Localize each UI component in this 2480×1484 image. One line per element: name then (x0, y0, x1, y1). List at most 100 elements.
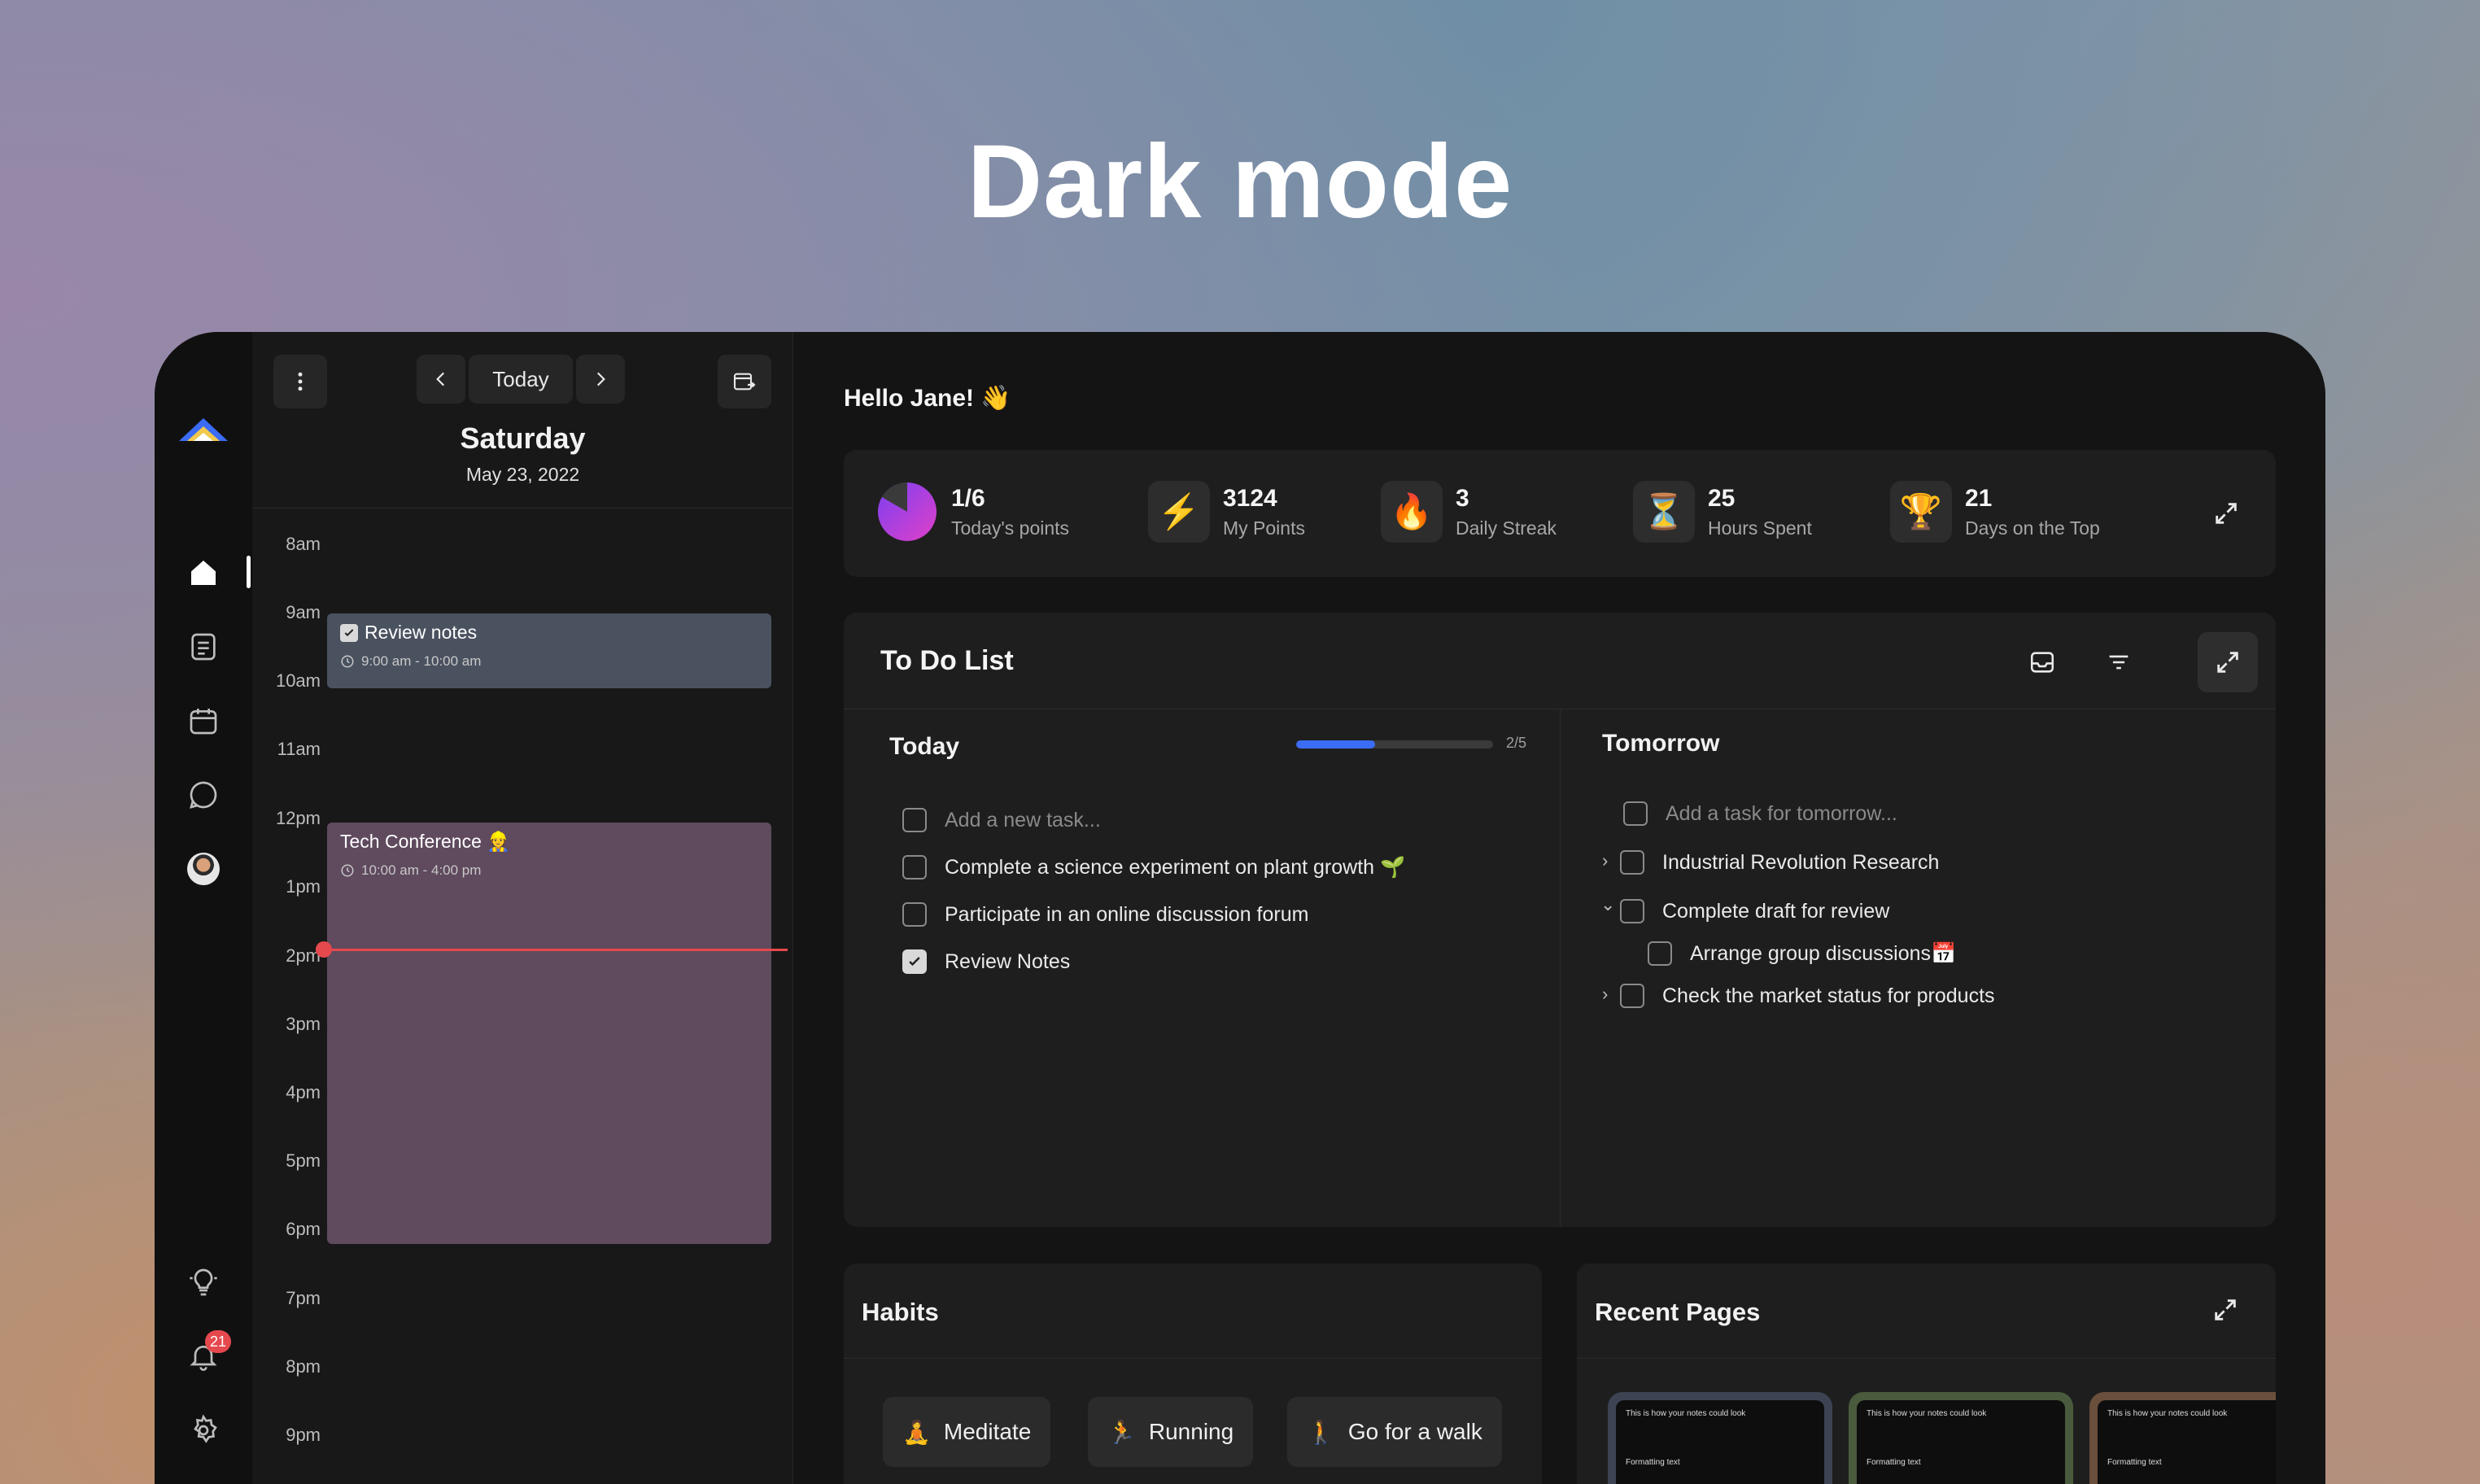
next-day-button[interactable] (576, 355, 625, 404)
thumb-line: Formatting text (2107, 1458, 2162, 1467)
settings-gear-icon[interactable] (186, 1412, 221, 1448)
task-row[interactable]: Complete draft for review (1620, 899, 1889, 923)
stats-bar: 1/6 Today's points ⚡ 3124 My Points 🔥 3 Dai… (844, 450, 2276, 577)
task-checkbox[interactable] (1648, 941, 1672, 966)
meditate-icon: 🧘 (902, 1419, 931, 1445)
lightbulb-icon[interactable] (186, 1264, 221, 1300)
task-row[interactable]: Check the market status for products (1620, 984, 1995, 1008)
bell-icon[interactable]: 21 (186, 1330, 231, 1374)
task-row[interactable]: Review Notes (902, 949, 1070, 974)
hourglass-icon: ⏳ (1633, 481, 1695, 543)
chat-icon[interactable] (186, 777, 221, 813)
home-icon[interactable] (186, 555, 221, 591)
hour-label: 4pm (286, 1082, 321, 1102)
task-checkbox[interactable] (902, 808, 927, 832)
expand-caret-icon[interactable]: › (1602, 850, 1608, 871)
today-progress-bar (1296, 740, 1493, 749)
hour-label: 2pm (286, 945, 321, 966)
task-row[interactable]: Participate in an online discussion foru… (902, 902, 1308, 927)
collapse-caret-icon[interactable]: ⌄ (1600, 894, 1615, 915)
lightning-icon: ⚡ (1148, 481, 1210, 543)
task-checkbox[interactable] (1620, 984, 1644, 1008)
stat-label: Days on the Top (1965, 517, 2100, 539)
thumb-heading: This is how your notes could look (1867, 1409, 1987, 1418)
hour-label: 11am (277, 739, 321, 759)
greeting: Hello Jane! 👋 (844, 385, 1011, 412)
event-done-checkbox[interactable] (340, 623, 358, 642)
profile-avatar[interactable] (186, 851, 221, 887)
calendar-sync-button[interactable] (718, 355, 771, 408)
habit-meditate-button[interactable]: 🧘 Meditate (883, 1397, 1051, 1467)
running-icon: 🏃 (1107, 1419, 1136, 1445)
habit-walk-button[interactable]: 🚶 Go for a walk (1287, 1397, 1502, 1467)
thumb-heading: This is how your notes could look (1626, 1409, 1746, 1418)
stat-label: Hours Spent (1708, 517, 1812, 539)
hour-label: 10am (275, 670, 321, 691)
more-options-button[interactable] (273, 355, 327, 408)
new-task-row[interactable]: Add a new task... (902, 808, 1101, 832)
hour-label: 1pm (286, 876, 321, 897)
new-task-input[interactable]: Add a new task... (945, 809, 1101, 832)
task-checkbox[interactable] (902, 855, 927, 879)
expand-icon (2217, 652, 2238, 673)
notes-icon[interactable] (186, 629, 221, 665)
tomorrow-task-input[interactable]: Add a task for tomorrow... (1666, 802, 1897, 826)
stat-label: Today's points (951, 517, 1070, 539)
column-divider (1560, 709, 1561, 1227)
hour-label: 8am (286, 534, 321, 554)
filter-button[interactable] (2089, 632, 2149, 692)
stat-my-points: ⚡ 3124 My Points (1148, 481, 1305, 543)
divider (1577, 1358, 2276, 1359)
stat-label: Daily Streak (1456, 517, 1557, 539)
habit-label: Running (1148, 1419, 1234, 1444)
hour-label: 7pm (286, 1288, 321, 1308)
new-task-row[interactable]: Add a task for tomorrow... (1623, 801, 1897, 826)
task-checkbox-checked[interactable] (902, 949, 927, 974)
habit-label: Meditate (943, 1419, 1032, 1444)
calendar-event[interactable]: Tech Conference 👷 10:00 am - 4:00 pm (327, 823, 771, 1244)
subtask-row[interactable]: Arrange group discussions📅 (1648, 941, 1956, 966)
task-checkbox[interactable] (1620, 899, 1644, 923)
task-checkbox[interactable] (1620, 850, 1644, 875)
expand-caret-icon[interactable]: › (1602, 984, 1608, 1005)
today-column-title: Today (889, 733, 960, 760)
recent-page-thumbnail[interactable]: This is how your notes could look Formatt… (1608, 1392, 1832, 1484)
expand-icon (2216, 503, 2237, 524)
event-title: Review notes (365, 622, 478, 643)
task-checkbox[interactable] (902, 902, 927, 927)
day-navigation: Today (417, 355, 625, 404)
recent-pages-expand-button[interactable] (2195, 1280, 2255, 1340)
check-icon (344, 628, 354, 636)
stat-value: 1/6 (951, 484, 985, 512)
calendar-icon[interactable] (186, 703, 221, 739)
notification-badge: 21 (204, 1330, 231, 1353)
hour-label: 5pm (286, 1150, 321, 1171)
chevron-left-icon (436, 372, 445, 386)
recent-pages-card: Recent Pages This is how your notes coul… (1577, 1264, 2276, 1484)
rail-active-indicator (247, 556, 251, 588)
chevron-right-icon (596, 372, 605, 386)
task-label: Participate in an online discussion foru… (945, 902, 1309, 926)
recent-page-thumbnail[interactable]: This is how your notes could look Formatt… (2089, 1392, 2276, 1484)
today-button[interactable]: Today (469, 355, 573, 404)
stats-expand-button[interactable] (2196, 483, 2256, 543)
calendar-sync-icon (733, 373, 756, 391)
prev-day-button[interactable] (417, 355, 465, 404)
hour-label: 12pm (275, 808, 321, 828)
recent-page-thumbnail[interactable]: This is how your notes could look Formatt… (1849, 1392, 2073, 1484)
progress-fill (1296, 740, 1375, 749)
task-label: Arrange group discussions📅 (1690, 941, 1957, 965)
tomorrow-column-title: Tomorrow (1602, 730, 1720, 757)
inbox-button[interactable] (2012, 632, 2072, 692)
calendar-day-name: Saturday (460, 421, 586, 455)
stat-value: 3 (1456, 484, 1469, 512)
task-checkbox[interactable] (1623, 801, 1648, 826)
habit-running-button[interactable]: 🏃 Running (1088, 1397, 1254, 1467)
todo-expand-button[interactable] (2198, 632, 2258, 692)
calendar-event[interactable]: Review notes 9:00 am - 10:00 am (327, 613, 771, 688)
task-row[interactable]: Industrial Revolution Research (1620, 850, 1939, 875)
task-row[interactable]: Complete a science experiment on plant g… (902, 855, 1405, 879)
clock-icon (341, 655, 354, 668)
trophy-icon: 🏆 (1890, 481, 1952, 543)
hour-label: 3pm (286, 1014, 321, 1034)
